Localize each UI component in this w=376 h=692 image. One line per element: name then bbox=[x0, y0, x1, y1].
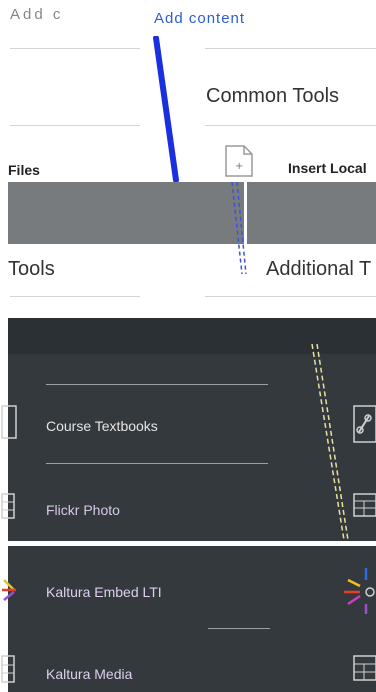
common-tools-heading: Common Tools bbox=[206, 85, 340, 107]
table-icon bbox=[353, 655, 376, 681]
divider bbox=[205, 125, 376, 126]
add-content-link[interactable]: Add content bbox=[154, 10, 245, 27]
divider bbox=[205, 48, 376, 49]
files-label[interactable]: Files bbox=[8, 162, 40, 178]
kaltura-icon bbox=[2, 579, 16, 601]
divider bbox=[208, 628, 270, 629]
tool-band bbox=[8, 182, 376, 244]
tool-item-kaltura-media[interactable]: Kaltura Media bbox=[46, 666, 132, 682]
annotation-line bbox=[311, 344, 349, 541]
divider bbox=[10, 125, 140, 126]
header-title: Add content bbox=[10, 6, 124, 23]
insert-local-label[interactable]: Insert Local bbox=[288, 160, 367, 176]
photo-icon bbox=[1, 493, 15, 519]
book-icon bbox=[1, 405, 17, 439]
divider bbox=[205, 296, 376, 297]
svg-text:+: + bbox=[235, 161, 243, 172]
media-icon bbox=[1, 655, 15, 683]
kaltura-icon bbox=[344, 568, 375, 614]
divider bbox=[46, 463, 268, 464]
tools-heading: Tools bbox=[8, 258, 55, 280]
annotation-arrow bbox=[153, 36, 179, 182]
tool-item-flickr-photo[interactable]: Flickr Photo bbox=[46, 502, 120, 518]
annotation-line bbox=[231, 182, 247, 275]
file-icon[interactable]: + bbox=[222, 144, 256, 178]
tool-item-course-textbooks[interactable]: Course Textbooks bbox=[46, 418, 158, 434]
divider bbox=[46, 384, 268, 385]
divider bbox=[10, 296, 140, 297]
divider bbox=[10, 48, 140, 49]
additional-tools-heading: Additional T bbox=[266, 258, 372, 280]
tool-item-kaltura-embed-lti[interactable]: Kaltura Embed LTI bbox=[46, 584, 162, 600]
